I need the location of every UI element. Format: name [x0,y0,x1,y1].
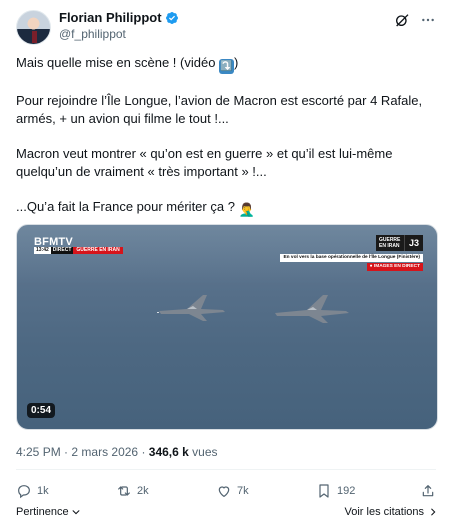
tweet-paragraph-1-text: Mais quelle mise en scène ! (vidéo [16,55,220,70]
like-count: 7k [237,485,249,497]
live-images-tag: ● IMAGES EN DIRECT [366,263,423,271]
bfm-direct-label: DIRECT [50,247,74,254]
reply-icon [18,485,30,499]
handle[interactable]: @f_philippot [59,27,126,41]
tweet-footer: Pertinence Voir les citations [16,506,438,522]
tweet-paragraph-4: ...Qu’a fait la France pour mériter ça ?… [16,198,436,217]
display-name[interactable]: Florian Philippot [59,10,162,25]
tweet-paragraph-2: Pour rejoindre l’Île Longue, l’avion de … [16,93,423,126]
chevron-right-icon [431,508,436,516]
war-day-box: GUERRE EN IRAN J3 [375,235,423,251]
chevron-down-icon [72,510,80,515]
meta-separator: · [64,445,69,459]
views-count: 346,6 k [148,445,189,459]
facepalm-emoji-icon: 🤦‍♂️ [238,202,255,217]
video-player[interactable]: BFMTV 13:42 DIRECT GUERRE EN IRAN GUERRE… [16,224,438,430]
meta-separator: · [141,445,146,459]
heart-icon [218,486,230,497]
tweet-paragraph-1: Mais quelle mise en scène ! (vidéo ⤵️) [16,54,436,74]
repost-count: 2k [137,485,149,497]
bookmark-icon [319,484,329,498]
share-button[interactable] [420,482,436,500]
tweet-time[interactable]: 4:25 PM [16,445,61,459]
tweet-paragraph-3: Macron veut montrer « qu’on est en guerr… [16,146,393,179]
name-line: Florian Philippot [59,10,179,25]
video-duration: 0:54 [27,403,56,418]
repost-icon [118,486,130,496]
like-button[interactable]: 7k [216,482,249,500]
tweet-meta: 4:25 PM · 2 mars 2026 · 346,6 k vues [16,445,218,459]
arrow-down-emoji-icon: ⤵️ [219,59,235,74]
verified-badge-icon [165,11,178,24]
view-quotes-link[interactable]: Voir les citations [345,506,438,518]
bookmark-button[interactable]: 192 [316,482,355,500]
reply-count: 1k [37,485,49,497]
bfm-topic-tag: GUERRE EN IRAN [73,247,123,254]
quotes-label: Voir les citations [344,506,424,518]
tweet-header: Florian Philippot @f_philippot [16,10,436,46]
bfm-ticker: 13:42 DIRECT GUERRE EN IRAN [34,247,123,254]
war-day-number: J3 [403,235,423,251]
war-day-label: GUERRE EN IRAN [375,235,404,251]
more-icon[interactable] [420,12,436,28]
share-icon [422,485,434,497]
divider [16,469,436,470]
reply-button[interactable]: 1k [16,482,49,500]
relevance-label: Pertinence [16,506,69,518]
video-caption: En vol vers la base opérationnelle de l'… [280,254,423,262]
tweet-paragraph-4-text: ...Qu’a fait la France pour mériter ça ? [16,199,239,214]
repost-button[interactable]: 2k [116,482,149,500]
views-label: vues [192,445,218,459]
avatar[interactable] [16,10,51,45]
tweet-date[interactable]: 2 mars 2026 [71,445,138,459]
rafale-jet-icon [275,295,349,323]
tweet-text: Mais quelle mise en scène ! (vidéo ⤵️) P… [16,54,436,217]
rafale-jet-icon [157,295,225,321]
bfm-time: 13:42 [34,247,51,254]
grok-icon[interactable] [394,12,410,28]
bookmark-count: 192 [337,485,356,497]
relevance-sort-button[interactable]: Pertinence [16,506,81,518]
tweet-paragraph-1-end: ) [234,55,239,70]
action-bar: 1k 2k 7k 192 [16,482,436,500]
